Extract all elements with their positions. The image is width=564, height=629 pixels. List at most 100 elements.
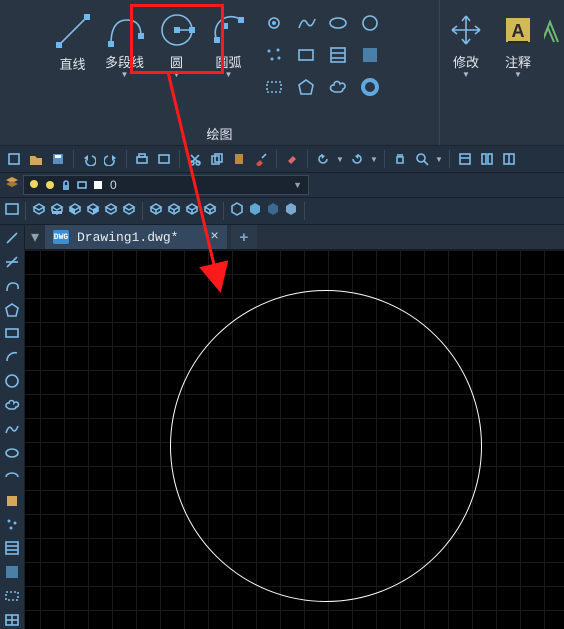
- polyline-label: 多段线: [105, 52, 144, 71]
- erase-icon[interactable]: [282, 149, 302, 169]
- vs-realistic-icon[interactable]: [283, 201, 299, 222]
- draw-toolbar-vertical: [0, 225, 25, 629]
- cloud-tool[interactable]: [325, 74, 351, 100]
- tab-list-dropdown[interactable]: ▾: [25, 225, 45, 249]
- view-bottom-icon[interactable]: [49, 201, 65, 222]
- vs-3dwire-icon[interactable]: [247, 201, 263, 222]
- copy-icon[interactable]: [207, 149, 227, 169]
- vs-2dwire-icon[interactable]: [229, 201, 245, 222]
- drawing-canvas[interactable]: [25, 250, 564, 629]
- close-tab-icon[interactable]: ×: [210, 229, 218, 245]
- designcenter-icon[interactable]: [477, 149, 497, 169]
- annotate-panel-button[interactable]: A 注释 ▼: [492, 8, 544, 145]
- v-spline-icon[interactable]: [3, 420, 21, 438]
- partial-panel-button[interactable]: [544, 8, 564, 145]
- polyline-icon: [104, 10, 146, 50]
- undo-dropdown-icon[interactable]: ▼: [335, 149, 345, 169]
- new-tab-button[interactable]: +: [231, 225, 257, 249]
- document-area: ▾ DWG Drawing1.dwg* × +: [0, 225, 564, 629]
- v-polygon-icon[interactable]: [3, 301, 21, 319]
- plot-icon: [76, 179, 88, 191]
- polygon-tool[interactable]: [293, 74, 319, 100]
- modify-dropdown-icon[interactable]: ▼: [462, 70, 470, 79]
- v-ellipse-icon[interactable]: [3, 444, 21, 462]
- view-back-icon[interactable]: [121, 201, 137, 222]
- modify-panel-button[interactable]: 修改 ▼: [440, 8, 492, 145]
- new-icon[interactable]: [4, 149, 24, 169]
- cut-icon[interactable]: [185, 149, 205, 169]
- hatch-tool[interactable]: [325, 42, 351, 68]
- save-icon[interactable]: [48, 149, 68, 169]
- view-sw-icon[interactable]: [148, 201, 164, 222]
- v-point-icon[interactable]: [3, 516, 21, 534]
- view-top-icon[interactable]: [31, 201, 47, 222]
- v-cloud-icon[interactable]: [3, 396, 21, 414]
- view-front-icon[interactable]: [103, 201, 119, 222]
- view-left-icon[interactable]: [67, 201, 83, 222]
- spline-tool[interactable]: [293, 10, 319, 36]
- hatch-panel-icon: [544, 12, 564, 48]
- drawn-circle-entity[interactable]: [170, 290, 482, 602]
- point-tool[interactable]: [261, 10, 287, 36]
- line-tool[interactable]: 直线: [49, 4, 97, 74]
- freeze-icon: [44, 179, 56, 191]
- view-se-icon[interactable]: [166, 201, 182, 222]
- preview-icon[interactable]: [154, 149, 174, 169]
- gradient-tool[interactable]: [357, 42, 383, 68]
- file-tab-active[interactable]: DWG Drawing1.dwg* ×: [45, 225, 227, 249]
- properties-icon[interactable]: [455, 149, 475, 169]
- v-rectangle-icon[interactable]: [3, 325, 21, 343]
- view-ne-icon[interactable]: [184, 201, 200, 222]
- redo-icon[interactable]: [101, 149, 121, 169]
- view-nw-icon[interactable]: [202, 201, 218, 222]
- zoom-icon[interactable]: [412, 149, 432, 169]
- donut-tool[interactable]: [357, 74, 383, 100]
- vs-hidden-icon[interactable]: [265, 201, 281, 222]
- ellipse-tool[interactable]: [357, 10, 383, 36]
- toolpalette-icon[interactable]: [499, 149, 519, 169]
- v-arc-icon[interactable]: [3, 348, 21, 366]
- redo-dropdown-icon[interactable]: ▼: [369, 149, 379, 169]
- annotate-dropdown-icon[interactable]: ▼: [514, 70, 522, 79]
- open-icon[interactable]: [26, 149, 46, 169]
- arc-tool[interactable]: 圆弧 ▼: [205, 4, 253, 74]
- redo2-icon[interactable]: [347, 149, 367, 169]
- named-views-icon[interactable]: [4, 201, 20, 222]
- multipoint-tool[interactable]: [261, 42, 287, 68]
- rectangle-tool[interactable]: [293, 42, 319, 68]
- matchprop-icon[interactable]: [251, 149, 271, 169]
- v-xline-icon[interactable]: [3, 253, 21, 271]
- layer-manager-icon[interactable]: [4, 175, 20, 196]
- v-gradient-icon[interactable]: [3, 563, 21, 581]
- circle-tool[interactable]: 圆 ▼: [153, 4, 201, 74]
- v-ellipsearc-icon[interactable]: [3, 468, 21, 486]
- layer-combo-dropdown-icon[interactable]: ▼: [293, 180, 302, 190]
- ellipse-fill-tool[interactable]: [325, 10, 351, 36]
- text-icon: A: [500, 12, 536, 48]
- v-polyline-icon[interactable]: [3, 277, 21, 295]
- paste-icon[interactable]: [229, 149, 249, 169]
- v-block-icon[interactable]: [3, 492, 21, 510]
- v-region-icon[interactable]: [3, 587, 21, 605]
- pan-icon[interactable]: [390, 149, 410, 169]
- polyline-dropdown-icon[interactable]: ▼: [121, 70, 129, 79]
- view-right-icon[interactable]: [85, 201, 101, 222]
- print-icon[interactable]: [132, 149, 152, 169]
- v-circle-icon[interactable]: [3, 372, 21, 390]
- v-line-icon[interactable]: [3, 229, 21, 247]
- layer-toolbar: 0 ▼: [0, 173, 564, 198]
- polyline-tool[interactable]: 多段线 ▼: [101, 4, 149, 74]
- undo-icon[interactable]: [79, 149, 99, 169]
- circle-dropdown-icon[interactable]: ▼: [173, 70, 181, 79]
- layer-dropdown[interactable]: 0 ▼: [23, 175, 309, 195]
- arc-dropdown-icon[interactable]: ▼: [225, 70, 233, 79]
- lightbulb-icon: [28, 179, 40, 191]
- zoom-dropdown-icon[interactable]: ▼: [434, 149, 444, 169]
- undo2-icon[interactable]: [313, 149, 333, 169]
- color-swatch-icon: [92, 179, 104, 191]
- region-tool[interactable]: [261, 74, 287, 100]
- modify-label: 修改: [453, 52, 479, 71]
- v-table-icon[interactable]: [3, 611, 21, 629]
- v-hatch-icon[interactable]: [3, 539, 21, 557]
- canvas-area: ▾ DWG Drawing1.dwg* × +: [25, 225, 564, 629]
